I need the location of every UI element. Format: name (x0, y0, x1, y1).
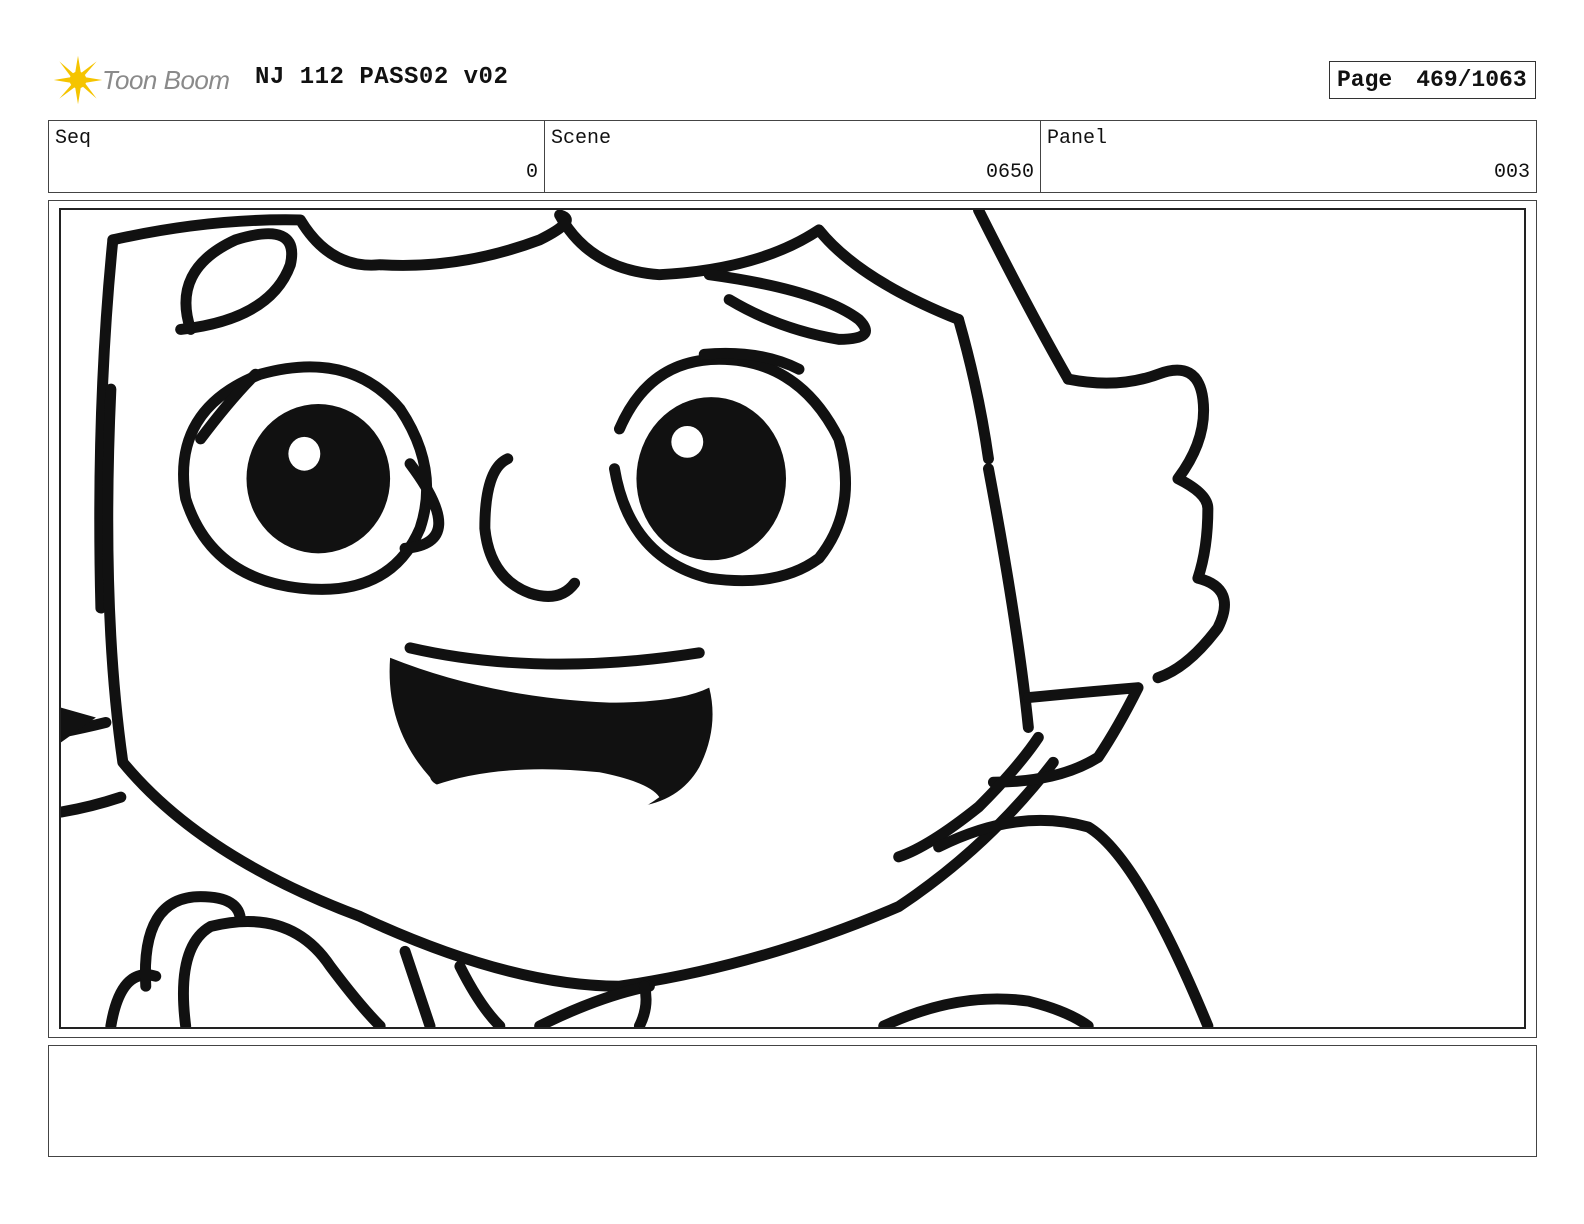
page-indicator: Page 469/1063 (1329, 61, 1536, 99)
page-number: 469/1063 (1416, 67, 1527, 93)
document-title: NJ 112 PASS02 v02 (255, 64, 509, 91)
scene-cell: Scene 0650 (545, 121, 1041, 192)
scene-value: 0650 (985, 161, 1034, 184)
panel-label: Panel (1047, 127, 1108, 150)
logo-text: Toon Boom (102, 64, 230, 95)
panel-value: 003 (1493, 161, 1530, 184)
toon-boom-logo: Toon Boom (50, 52, 240, 108)
seq-value: 0 (525, 161, 538, 184)
seq-label: Seq (55, 127, 92, 150)
info-row: Seq 0 Scene 0650 Panel 003 (48, 120, 1537, 193)
character-sketch (61, 210, 1230, 1027)
notes-box (48, 1045, 1537, 1157)
panel-cell: Panel 003 (1041, 121, 1536, 192)
sun-flare-icon (53, 55, 103, 105)
storyboard-drawing (59, 208, 1526, 1029)
page-label: Page (1337, 67, 1393, 93)
seq-cell: Seq 0 (49, 121, 545, 192)
scene-label: Scene (551, 127, 612, 150)
